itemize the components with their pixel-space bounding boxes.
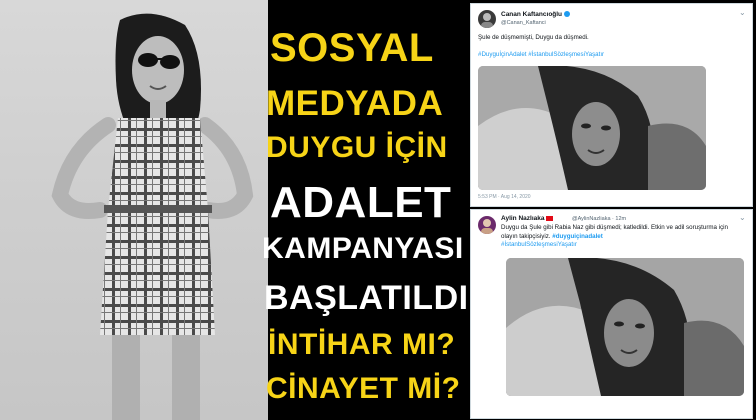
tweet-timestamp[interactable]: 5:53 PM · Aug 14, 2020: [478, 194, 531, 200]
tweet-card-2[interactable]: Aylin Nazlıaka @AylinNazliaka · 12m ⌄ Du…: [470, 209, 753, 419]
headline-line-6: BAŞLATILDI: [264, 279, 469, 317]
more-chevron-icon[interactable]: ⌄: [739, 213, 746, 222]
tweet-inline-hashtag[interactable]: #duyguiçinadalet: [552, 233, 603, 240]
headline-line-4: ADALET: [270, 178, 452, 227]
tweet-image[interactable]: [506, 258, 744, 396]
tweet-text: Duygu da Şule gibi Rabia Naz gibi düşmed…: [501, 224, 746, 241]
tweet-author-handle[interactable]: @AylinNazliaka · 12m: [572, 216, 626, 222]
author-name-text[interactable]: Aylin Nazlıaka: [501, 215, 544, 222]
tweet-author-name[interactable]: Canan Kaftancıoğlu: [501, 11, 571, 18]
turkey-flag-icon: [546, 215, 554, 221]
headline: SOSYAL MEDYADA DUYGU İÇİN ADALET KAMPANY…: [262, 0, 468, 420]
more-chevron-icon[interactable]: ⌄: [739, 8, 746, 17]
tweet-image[interactable]: [478, 66, 706, 190]
tweet-author-name[interactable]: Aylin Nazlıaka: [501, 215, 554, 222]
woman-photo: [51, 13, 254, 420]
tweet-hashtags[interactable]: #İstanbulSözleşmesiYaşatır: [501, 241, 746, 250]
headline-line-5: KAMPANYASI: [262, 232, 464, 265]
tweet-text: Şule de düşmemişti, Duygu da düşmedi.: [478, 34, 589, 41]
tweet-text-body: Duygu da Şule gibi Rabia Naz gibi düşmed…: [501, 224, 728, 240]
tweet-card-1[interactable]: Canan Kaftancıoğlu @Canan_Kaftanci ⌄ Şul…: [470, 3, 753, 207]
author-name-text[interactable]: Canan Kaftancıoğlu: [501, 11, 562, 18]
headline-line-3: DUYGU İÇİN: [266, 131, 448, 164]
avatar[interactable]: [478, 10, 496, 28]
tweet-author-handle[interactable]: @Canan_Kaftanci: [501, 20, 546, 26]
headline-line-8: CİNAYET Mİ?: [266, 372, 461, 405]
verified-badge-icon: [564, 11, 571, 18]
avatar[interactable]: [478, 216, 496, 234]
headline-line-7: İNTİHAR MI?: [268, 328, 456, 361]
photo-panel: [0, 0, 268, 420]
headline-line-1: SOSYAL: [270, 26, 434, 70]
headline-line-2: MEDYADA: [266, 84, 444, 123]
tweet-hashtags[interactable]: #DuyguİçinAdalet #İstanbulSözleşmesiYaşa…: [478, 51, 743, 60]
